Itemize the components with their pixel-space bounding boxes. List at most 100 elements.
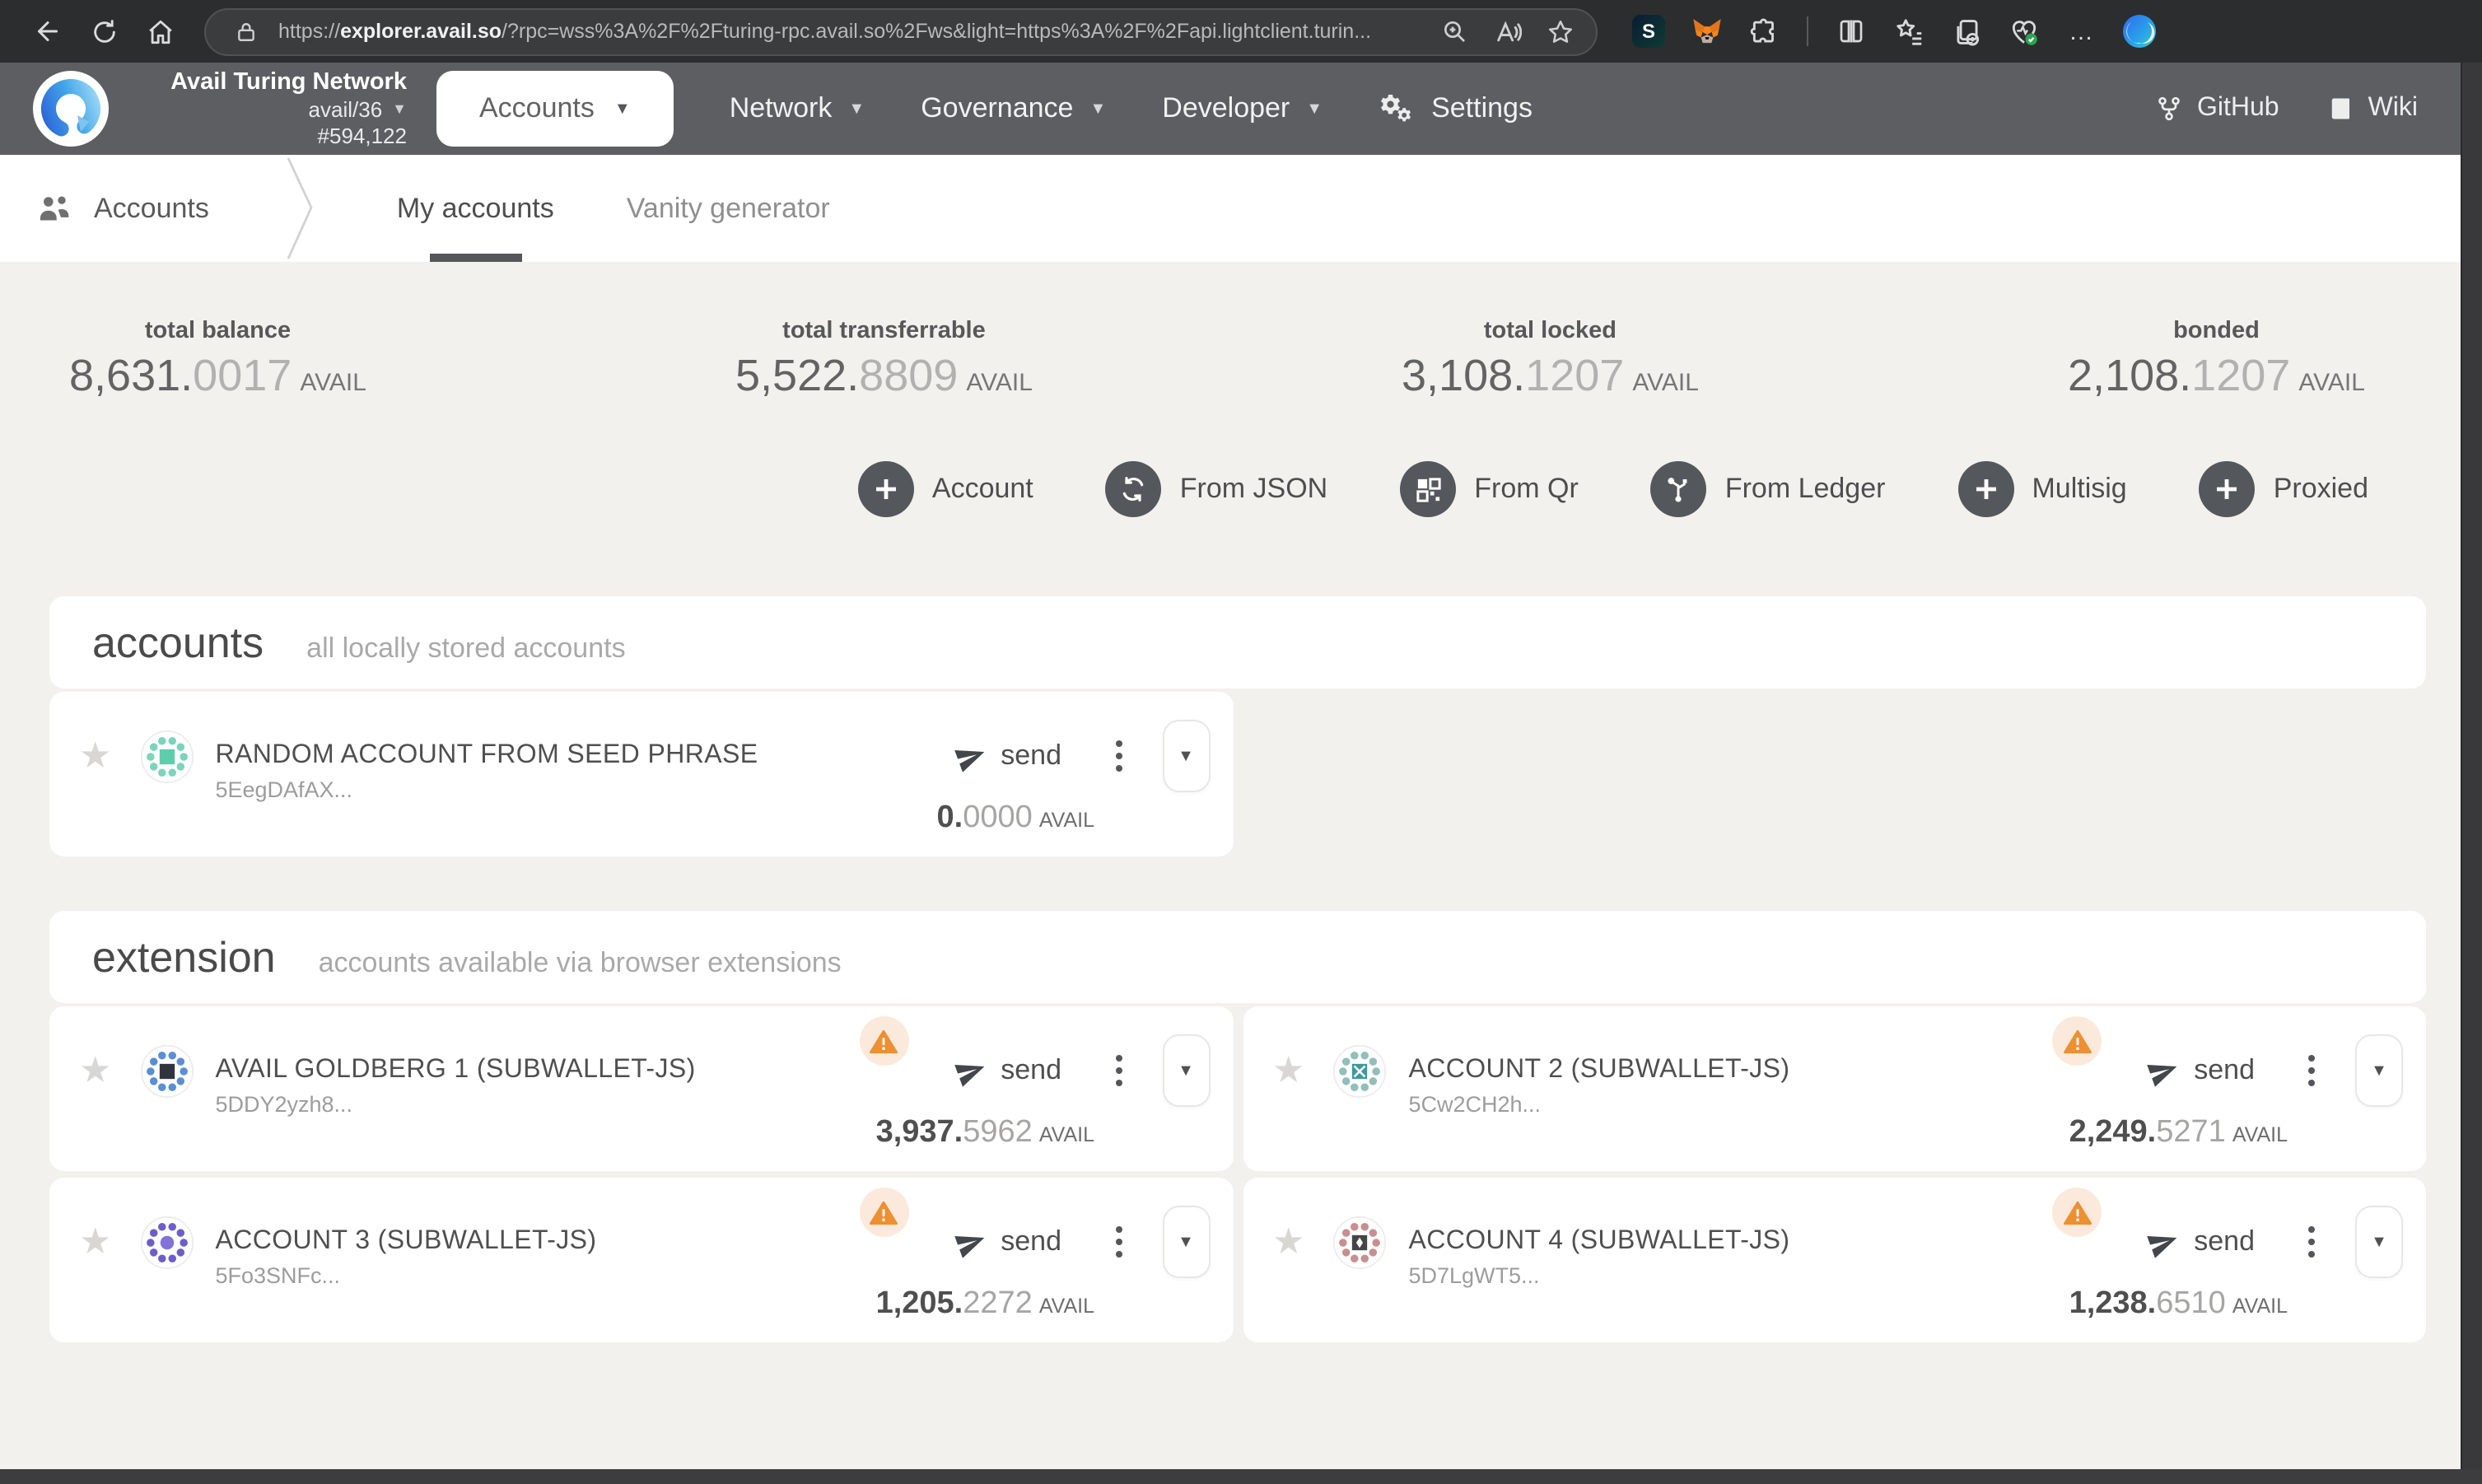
account-balance: 0.0000AVAIL [79, 800, 1210, 837]
row-menu-icon[interactable] [2307, 1054, 2316, 1087]
screen: https://explorer.avail.so/?rpc=wss%3A%2F… [0, 0, 2482, 1484]
section-title: accounts [92, 618, 264, 669]
restore-json-button[interactable]: From JSON [1106, 461, 1327, 517]
home-icon[interactable] [135, 7, 184, 56]
nav-developer[interactable]: Developer▼ [1162, 92, 1323, 125]
account-identicon[interactable] [139, 729, 194, 783]
browser-essentials-icon[interactable] [2003, 10, 2046, 53]
accounts-section-header: accounts all locally stored accounts [49, 596, 2426, 688]
expand-row-button[interactable]: ▼ [2355, 1206, 2403, 1278]
account-identicon[interactable] [139, 1215, 194, 1269]
favorite-star-icon[interactable]: ★ [1272, 1052, 1304, 1089]
browser-menu-icon[interactable]: … [2060, 10, 2103, 53]
expand-row-button[interactable]: ▼ [2355, 1034, 2403, 1107]
account-actions: Account From JSON From Qr From Ledger [0, 461, 2461, 517]
account-identicon[interactable] [1332, 1215, 1387, 1269]
add-proxied-button[interactable]: Proxied [2200, 461, 2368, 517]
app-header: Avail Turing Network avail/36▼ #594,122 … [0, 63, 2461, 155]
row-menu-icon[interactable] [1114, 1225, 1122, 1258]
zoom-page-icon[interactable] [1435, 12, 1474, 51]
nav-settings[interactable]: Settings [1379, 92, 1533, 125]
extension-section-header: extension accounts available via browser… [49, 911, 2426, 1003]
add-via-qr-button[interactable]: From Qr [1400, 461, 1579, 517]
account-name[interactable]: ACCOUNT 4 (SUBWALLET-JS) [1408, 1227, 1789, 1255]
read-aloud-icon[interactable] [1487, 12, 1527, 51]
account-address[interactable]: 5DDY2yzh8... [215, 1092, 352, 1117]
account-name[interactable]: ACCOUNT 2 (SUBWALLET-JS) [1408, 1056, 1789, 1084]
account-name[interactable]: ACCOUNT 3 (SUBWALLET-JS) [215, 1227, 596, 1255]
account-name[interactable]: AVAIL GOLDBERG 1 (SUBWALLET-JS) [215, 1056, 695, 1084]
network-meta[interactable]: Avail Turing Network avail/36▼ #594,122 [130, 67, 407, 150]
add-to-collection-icon[interactable] [1945, 10, 1988, 53]
warning-icon[interactable] [859, 1188, 908, 1237]
favorite-star-icon[interactable]: ★ [79, 738, 111, 774]
row-menu-icon[interactable] [1114, 740, 1122, 772]
send-button[interactable]: send [2148, 1054, 2255, 1087]
account-balance: 1,238.6510AVAIL [1272, 1286, 2403, 1323]
favorite-star-icon[interactable] [1540, 12, 1579, 51]
nav-governance[interactable]: Governance▼ [921, 92, 1106, 125]
send-button[interactable]: send [954, 1225, 1061, 1258]
account-identicon[interactable] [139, 1043, 194, 1098]
scrollbar[interactable] [2461, 63, 2482, 1469]
extensions-puzzle-icon[interactable] [1743, 10, 1785, 53]
nav-network[interactable]: Network▼ [730, 92, 865, 125]
chevron-down-icon: ▼ [848, 100, 865, 118]
subwallet-extension-icon[interactable]: S [1627, 10, 1670, 53]
send-button[interactable]: send [954, 1054, 1061, 1087]
add-account-button[interactable]: Account [858, 461, 1033, 517]
back-icon[interactable] [23, 7, 72, 56]
account-balance: 1,205.2272AVAIL [79, 1286, 1210, 1323]
page-content: total balance 8,631.0017AVAIL total tran… [0, 262, 2461, 1469]
row-menu-icon[interactable] [2307, 1225, 2316, 1258]
plus-icon [1957, 461, 2013, 517]
account-address[interactable]: 5EegDAfAX... [215, 777, 352, 802]
split-screen-icon[interactable] [1830, 10, 1873, 53]
address-bar[interactable]: https://explorer.avail.so/?rpc=wss%3A%2F… [204, 7, 1598, 55]
wiki-link[interactable]: Wiki [2329, 94, 2418, 124]
chevron-down-icon: ▼ [1306, 100, 1323, 118]
send-button[interactable]: send [954, 740, 1061, 772]
send-button[interactable]: send [2148, 1225, 2255, 1258]
account-address[interactable]: 5D7LgWT5... [1408, 1263, 1539, 1288]
warning-icon[interactable] [2052, 1188, 2102, 1237]
metamask-extension-icon[interactable] [1685, 10, 1728, 53]
nav-accounts[interactable]: Accounts▼ [436, 71, 674, 147]
expand-row-button[interactable]: ▼ [1162, 1206, 1210, 1278]
account-balance: 2,249.5271AVAIL [1272, 1115, 2403, 1151]
favorite-star-icon[interactable]: ★ [79, 1224, 111, 1260]
add-multisig-button[interactable]: Multisig [1957, 461, 2126, 517]
account-row: ★ ACCOUNT 4 (SUBWALLET-JS) 5D7LgWT5... [1243, 1178, 2426, 1342]
account-address[interactable]: 5Fo3SNFc... [215, 1263, 340, 1288]
favorite-star-icon[interactable]: ★ [1272, 1224, 1304, 1260]
account-address[interactable]: 5Cw2CH2h... [1408, 1092, 1541, 1117]
browser-toolbar: https://explorer.avail.so/?rpc=wss%3A%2F… [0, 0, 2482, 63]
stat-bonded: bonded 2,108.1207AVAIL [2068, 318, 2365, 402]
refresh-icon[interactable] [79, 7, 128, 56]
plus-icon [2200, 461, 2256, 517]
section-subtitle: accounts available via browser extension… [319, 947, 842, 980]
avail-logo[interactable] [33, 71, 109, 147]
favorite-star-icon[interactable]: ★ [79, 1052, 111, 1089]
account-row: ★ AVAIL GOLDBERG 1 (SUBWALLET-JS) 5DDY2y… [49, 1006, 1233, 1171]
qr-icon [1400, 461, 1456, 517]
account-row: ★ ACCOUNT 2 (SUBWALLET-JS) 5Cw2CH2h... [1243, 1006, 2426, 1171]
warning-icon[interactable] [859, 1016, 908, 1066]
github-link[interactable]: GitHub [2156, 94, 2279, 124]
chevron-down-icon: ▼ [614, 100, 631, 118]
breadcrumb-label: Accounts [94, 192, 209, 225]
copilot-icon[interactable] [2118, 10, 2161, 53]
collections-icon[interactable] [1887, 10, 1930, 53]
gears-icon [1379, 92, 1415, 125]
warning-icon[interactable] [2052, 1016, 2102, 1066]
expand-row-button[interactable]: ▼ [1162, 720, 1210, 792]
account-identicon[interactable] [1332, 1043, 1387, 1098]
tab-my-accounts[interactable]: My accounts [361, 155, 590, 262]
url-text[interactable]: https://explorer.avail.so/?rpc=wss%3A%2F… [278, 20, 1421, 43]
add-via-ledger-button[interactable]: From Ledger [1651, 461, 1886, 517]
row-menu-icon[interactable] [1114, 1054, 1122, 1087]
book-icon [2329, 94, 2354, 124]
expand-row-button[interactable]: ▼ [1162, 1034, 1210, 1107]
tab-vanity-generator[interactable]: Vanity generator [590, 155, 866, 262]
account-name[interactable]: RANDOM ACCOUNT FROM SEED PHRASE [215, 741, 758, 769]
